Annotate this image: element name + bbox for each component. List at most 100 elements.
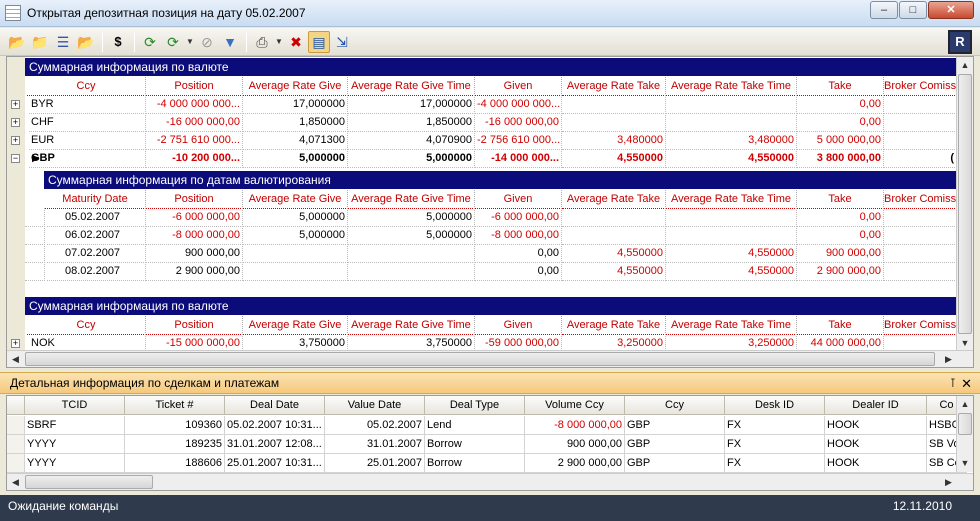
header-given[interactable]: Given — [475, 190, 562, 209]
header-maturity-date[interactable]: Maturity Date — [45, 190, 146, 209]
close-button[interactable]: ✕ — [928, 1, 974, 19]
expand-icon[interactable]: − — [11, 154, 20, 163]
clear-filter-icon[interactable]: ✖ — [285, 31, 307, 53]
header-broker-comiss[interactable]: Broker Comiss — [884, 316, 957, 335]
cell: 08.02.2007 — [47, 262, 146, 281]
dollar-icon[interactable]: $ — [107, 31, 129, 53]
row-selector[interactable] — [7, 435, 25, 454]
header-ccy[interactable]: Ccy — [27, 77, 146, 96]
deals-header-ticket-[interactable]: Ticket # — [125, 396, 225, 415]
deals-scroll-left-icon[interactable]: ◀ — [7, 474, 24, 490]
header-take[interactable]: Take — [797, 77, 884, 96]
scroll-right-icon[interactable]: ▶ — [940, 351, 957, 367]
header-take[interactable]: Take — [797, 190, 884, 209]
header-given[interactable]: Given — [475, 77, 562, 96]
cancel-icon[interactable]: ⊘ — [196, 31, 218, 53]
minimize-button[interactable]: – — [870, 1, 898, 19]
header-average-rate-give-time[interactable]: Average Rate Give Time — [348, 77, 475, 96]
expand-icon[interactable]: + — [11, 136, 20, 145]
header-broker-comiss[interactable]: Broker Comiss — [884, 77, 957, 96]
row-selector[interactable] — [7, 416, 25, 435]
header-average-rate-take[interactable]: Average Rate Take — [562, 316, 666, 335]
expand-icon[interactable]: + — [11, 100, 20, 109]
expand-icon[interactable]: + — [11, 118, 20, 127]
scroll-thumb-h[interactable] — [25, 352, 935, 366]
header-position[interactable]: Position — [146, 190, 243, 209]
deals-scroll-up-icon[interactable]: ▲ — [957, 396, 973, 413]
list-icon[interactable]: ☰ — [52, 31, 74, 53]
new-folder-icon[interactable]: 📂 — [75, 31, 97, 53]
cell — [562, 113, 666, 132]
deal-cell: FX — [725, 454, 825, 473]
close-panel-icon[interactable]: ✕ — [961, 373, 972, 394]
cell: 07.02.2007 — [47, 244, 146, 263]
pin-icon[interactable]: ⊺ — [950, 373, 956, 394]
folder-icon[interactable]: 📁 — [29, 31, 51, 53]
grid-horizontal-scrollbar[interactable]: ◀ ▶ — [7, 350, 973, 367]
header-average-rate-take[interactable]: Average Rate Take — [562, 77, 666, 96]
deal-cell: YYYY — [25, 454, 125, 473]
deals-header-ccy[interactable]: Ccy — [625, 396, 725, 415]
print-chevron-icon[interactable]: ▼ — [274, 31, 284, 53]
cell — [666, 208, 797, 227]
deals-scroll-down-icon[interactable]: ▼ — [957, 455, 973, 472]
header-position[interactable]: Position — [146, 77, 243, 96]
deals-header-volume-ccy[interactable]: Volume Ccy — [525, 396, 625, 415]
deals-header-desk-id[interactable]: Desk ID — [725, 396, 825, 415]
open-folder-icon[interactable]: 📂 — [6, 31, 28, 53]
grid-vertical-scrollbar[interactable]: ▲ ▼ — [956, 57, 973, 352]
header-average-rate-take-time[interactable]: Average Rate Take Time — [666, 190, 797, 209]
header-average-rate-give[interactable]: Average Rate Give — [243, 316, 348, 335]
deal-cell: FX — [725, 416, 825, 435]
header-take[interactable]: Take — [797, 316, 884, 335]
deals-horizontal-scrollbar[interactable]: ◀ ▶ — [7, 473, 973, 490]
header-average-rate-take-time[interactable]: Average Rate Take Time — [666, 77, 797, 96]
cell: 06.02.2007 — [47, 226, 146, 245]
header-ccy[interactable]: Ccy — [27, 316, 146, 335]
deals-header-value-date[interactable]: Value Date — [325, 396, 425, 415]
header-average-rate-give-time[interactable]: Average Rate Give Time — [348, 316, 475, 335]
header-given[interactable]: Given — [475, 316, 562, 335]
deals-scroll-thumb[interactable] — [958, 413, 972, 435]
maximize-button[interactable]: □ — [899, 1, 927, 19]
cell: GBP — [29, 149, 146, 168]
cell — [348, 262, 475, 281]
deals-header-dealer-id[interactable]: Dealer ID — [825, 396, 927, 415]
scroll-thumb[interactable] — [958, 74, 972, 334]
summary-band-1: Суммарная информация по валюте — [25, 58, 957, 76]
summary-band-2: Суммарная информация по валюте — [25, 297, 957, 315]
deals-vertical-scrollbar[interactable]: ▲ ▼ — [956, 396, 973, 472]
header-average-rate-take-time[interactable]: Average Rate Take Time — [666, 316, 797, 335]
cell: 5,000000 — [348, 149, 475, 168]
cell: 5,000000 — [348, 208, 475, 227]
header-average-rate-give-time[interactable]: Average Rate Give Time — [348, 190, 475, 209]
deal-cell: -8 000 000,00 — [525, 416, 625, 435]
row-selector[interactable] — [7, 454, 25, 473]
cell: 3 800 000,00 — [797, 149, 884, 168]
header-position[interactable]: Position — [146, 316, 243, 335]
deal-cell: HOOK — [825, 454, 927, 473]
filter-icon[interactable]: ▼ — [219, 31, 241, 53]
refresh-dropdown-icon[interactable]: ⟳ — [162, 31, 184, 53]
expand-icon[interactable]: + — [11, 339, 20, 348]
refresh-icon[interactable]: ⟳ — [139, 31, 161, 53]
deals-header-tcid[interactable]: TCID — [25, 396, 125, 415]
export-icon[interactable]: ⇲ — [331, 31, 353, 53]
deals-scroll-right-icon[interactable]: ▶ — [940, 474, 957, 490]
header-average-rate-give[interactable]: Average Rate Give — [243, 190, 348, 209]
deals-scroll-thumb-h[interactable] — [25, 475, 153, 489]
cell: 0,00 — [475, 262, 562, 281]
scroll-left-icon[interactable]: ◀ — [7, 351, 24, 367]
header-average-rate-give[interactable]: Average Rate Give — [243, 77, 348, 96]
header-average-rate-take[interactable]: Average Rate Take — [562, 190, 666, 209]
cell: -4 000 000 000... — [475, 95, 562, 114]
header-broker-comiss[interactable]: Broker Comiss — [884, 190, 957, 209]
scroll-up-icon[interactable]: ▲ — [957, 57, 973, 74]
chevron-down-icon[interactable]: ▼ — [185, 31, 195, 53]
group-icon[interactable]: ▤ — [308, 30, 330, 53]
print-icon[interactable]: ⎙ — [251, 31, 273, 53]
toolbar: 📂 📁 ☰ 📂 $ ⟳ ⟳ ▼ ⊘ ▼ ⎙ ▼ ✖ ▤ ⇲ — [0, 28, 980, 56]
cell: 4,070900 — [348, 131, 475, 150]
deals-header-deal-date[interactable]: Deal Date — [225, 396, 325, 415]
deals-header-deal-type[interactable]: Deal Type — [425, 396, 525, 415]
